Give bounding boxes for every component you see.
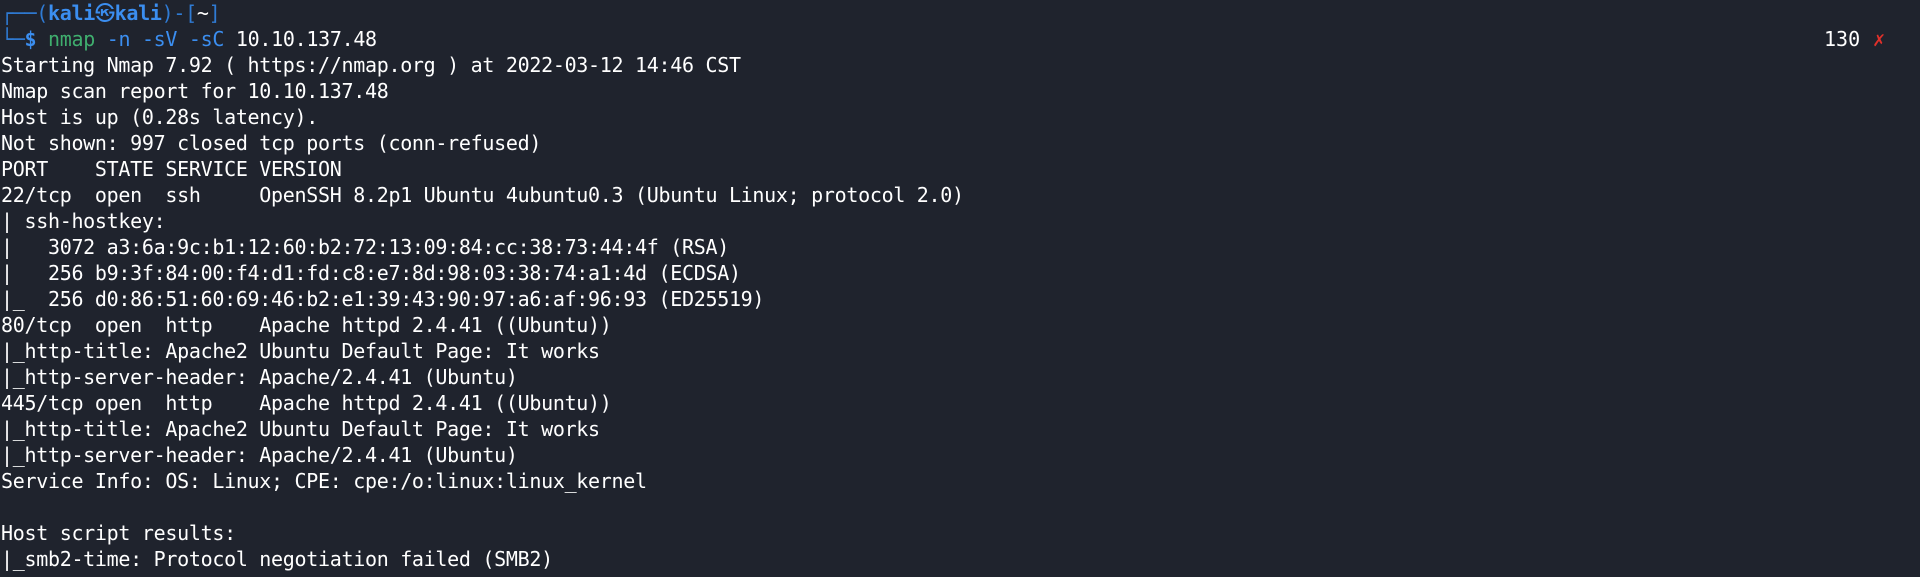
output-line: Not shown: 997 closed tcp ports (conn-re… — [1, 131, 542, 155]
output-line: | 3072 a3:6a:9c:b1:12:60:b2:72:13:09:84:… — [1, 235, 729, 259]
prompt-corner: └─ — [1, 27, 25, 51]
exit-status-code: 130 — [1824, 27, 1861, 51]
prompt-header: ┌──(kali㉿kali)-[~] — [1, 0, 221, 26]
prompt-frame-open: ┌──( — [1, 1, 48, 25]
output-line: |_http-server-header: Apache/2.4.41 (Ubu… — [1, 365, 518, 389]
prompt-cwd: ~ — [196, 1, 209, 25]
output-line: Starting Nmap 7.92 ( https://nmap.org ) … — [1, 53, 741, 77]
kali-separator-icon: ㉿ — [94, 1, 115, 25]
prompt-frame-mid: )-[ — [161, 1, 198, 25]
output-line: 445/tcp open http Apache httpd 2.4.41 ((… — [1, 391, 612, 415]
command-flag: -sV — [141, 27, 178, 51]
prompt-user: kali — [47, 1, 95, 25]
command-line[interactable]: └─$ nmap -n -sV -sC 10.10.137.48 — [1, 26, 377, 52]
prompt-dollar: $ — [24, 27, 37, 51]
prompt-frame-close: ] — [208, 1, 221, 25]
output-line: 80/tcp open http Apache httpd 2.4.41 ((U… — [1, 313, 612, 337]
terminal-window[interactable]: ┌──(kali㉿kali)-[~] └─$ nmap -n -sV -sC 1… — [0, 0, 1920, 577]
output-line: PORT STATE SERVICE VERSION — [1, 157, 342, 181]
output-line: |_http-server-header: Apache/2.4.41 (Ubu… — [1, 443, 518, 467]
output-line: |_http-title: Apache2 Ubuntu Default Pag… — [1, 339, 600, 363]
output-line: 22/tcp open ssh OpenSSH 8.2p1 Ubuntu 4ub… — [1, 183, 964, 207]
command-flag: -sC — [188, 27, 225, 51]
prompt-host: kali — [114, 1, 162, 25]
output-line: Nmap scan report for 10.10.137.48 — [1, 79, 389, 103]
output-line: |_http-title: Apache2 Ubuntu Default Pag… — [1, 417, 600, 441]
output-line: Host script results: — [1, 521, 236, 545]
output-line: Service Info: OS: Linux; CPE: cpe:/o:lin… — [1, 469, 647, 493]
command-flag: -n — [106, 27, 131, 51]
exit-error-icon: ✗ — [1873, 27, 1886, 51]
output-line: |_ 256 d0:86:51:60:69:46:b2:e1:39:43:90:… — [1, 287, 765, 311]
output-line: | 256 b9:3f:84:00:f4:d1:fd:c8:e7:8d:98:0… — [1, 261, 741, 285]
output-line: | ssh-hostkey: — [1, 209, 178, 233]
command-target: 10.10.137.48 — [235, 27, 377, 51]
command-name: nmap — [47, 27, 95, 51]
output-line: |_smb2-time: Protocol negotiation failed… — [1, 547, 553, 571]
output-line: Host is up (0.28s latency). — [1, 105, 319, 129]
